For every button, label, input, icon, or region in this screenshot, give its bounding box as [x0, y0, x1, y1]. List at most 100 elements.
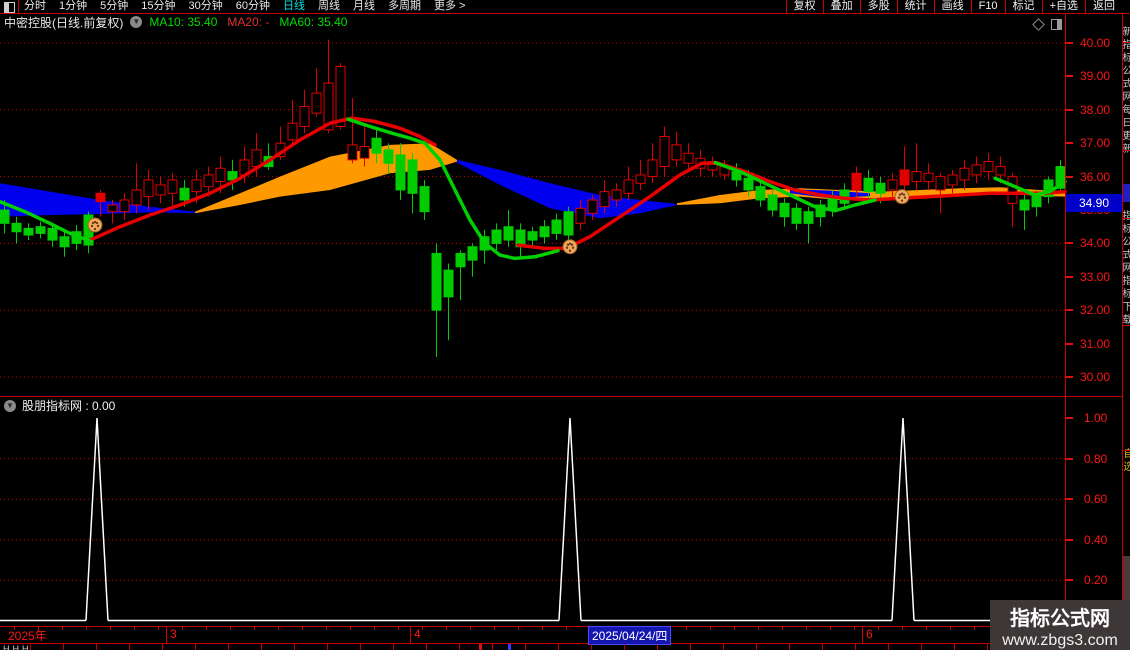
date-tick: [782, 626, 783, 630]
panel-separator[interactable]: [0, 396, 1122, 397]
tab-1[interactable]: 1分钟: [59, 0, 87, 13]
bottom-row-separator: [525, 644, 526, 650]
tab-4[interactable]: 30分钟: [189, 0, 223, 13]
date-tick: [902, 626, 903, 630]
chevron-down-icon[interactable]: ▼: [130, 16, 143, 28]
topbar-separator: [18, 0, 19, 13]
tab-0[interactable]: 分时: [24, 0, 46, 13]
sub-axis-label: 0.20: [1084, 573, 1108, 588]
bottom-row-separator: [888, 644, 889, 650]
indicator-label: 股朋指标网 : 0.00: [22, 399, 116, 413]
date-tick: [86, 626, 87, 630]
date-label-2: 4: [414, 627, 421, 641]
toolbar-button-1[interactable]: 叠加: [822, 0, 860, 13]
main-axis-label: 37.00: [1080, 136, 1111, 151]
date-separator: [166, 626, 167, 643]
toolbar-button-3[interactable]: 统计: [896, 0, 934, 13]
toolbar-button-2[interactable]: 多股: [859, 0, 897, 13]
date-tick: [686, 626, 687, 630]
date-tick: [350, 626, 351, 630]
bottom-row-separator: [162, 644, 163, 650]
main-axis-tick: [1066, 142, 1073, 145]
panel-corner-icons: [1032, 18, 1062, 31]
date-tick: [926, 626, 927, 630]
bottom-partial-row: HHH: [0, 644, 1122, 650]
sub-axis-label: 0.80: [1084, 451, 1108, 466]
tab-6[interactable]: 日线: [283, 0, 305, 13]
bottom-row-separator: [195, 644, 196, 650]
date-tick: [182, 626, 183, 630]
bottom-row-separator: [591, 644, 592, 650]
sub-axis-tick: [1066, 457, 1073, 460]
bottom-row-separator: [492, 644, 493, 650]
bottom-row-separator: [690, 644, 691, 650]
toolbar-button-4[interactable]: 画线: [933, 0, 971, 13]
symbol-title: 中密控股(日线.前复权): [4, 15, 124, 30]
bottom-row-separator: [855, 644, 856, 650]
bottom-row-separator: [261, 644, 262, 650]
main-axis-tick: [1066, 309, 1073, 312]
toolbar-button-7[interactable]: +自选: [1041, 0, 1085, 13]
chart-canvas[interactable]: [0, 0, 1130, 650]
date-separator: [862, 626, 863, 643]
main-axis-label: 33.00: [1080, 269, 1111, 284]
site-watermark: 指标公式网 www.zbgs3.com: [990, 600, 1130, 650]
tab-3[interactable]: 15分钟: [141, 0, 175, 13]
date-tick: [518, 626, 519, 630]
date-tick: [206, 626, 207, 630]
tab-10[interactable]: 更多 >: [434, 0, 465, 13]
date-tick: [734, 626, 735, 630]
bottom-row-separator: [426, 644, 427, 650]
main-axis-label: 40.00: [1080, 36, 1111, 50]
bottom-row-separator: [723, 644, 724, 650]
date-tick: [110, 626, 111, 630]
tab-2[interactable]: 5分钟: [100, 0, 128, 13]
ma-value-2: MA60: 35.40: [279, 15, 348, 29]
date-tick: [974, 626, 975, 630]
tab-5[interactable]: 60分钟: [236, 0, 270, 13]
sub-axis-tick: [1066, 579, 1073, 582]
date-label-4: 6: [866, 627, 873, 641]
red-mark: [479, 644, 482, 650]
main-axis-tick: [1066, 376, 1073, 378]
diamond-icon[interactable]: [1032, 18, 1045, 31]
date-tick: [422, 626, 423, 630]
toolbar-button-0[interactable]: 复权: [785, 0, 823, 13]
clipped-yellow-text: 自选: [1123, 448, 1130, 474]
tab-7[interactable]: 周线: [318, 0, 340, 13]
date-tick: [566, 626, 567, 630]
sub-axis-label: 1.00: [1084, 411, 1108, 425]
date-label-0: 2025年: [8, 629, 47, 643]
date-tick: [950, 626, 951, 630]
split-panel-icon[interactable]: [1051, 19, 1062, 30]
bottom-row-separator: [129, 644, 130, 650]
ma-values: MA10: 35.40 MA20: - MA60: 35.40: [149, 15, 347, 29]
tab-9[interactable]: 多周期: [388, 0, 421, 13]
bottom-row-separator: [63, 644, 64, 650]
toolbar-button-5[interactable]: F10: [970, 0, 1005, 13]
tab-8[interactable]: 月线: [353, 0, 375, 13]
date-label-1: 3: [170, 627, 177, 641]
bottom-row-separator: [30, 644, 31, 650]
sub-panel-header: ▼ 股朋指标网 : 0.00: [4, 398, 115, 413]
main-axis-label: 36.00: [1080, 169, 1111, 184]
chevron-down-icon[interactable]: ▼: [4, 399, 16, 412]
current-price-tag: 34.90: [1066, 194, 1122, 212]
main-axis-tick: [1066, 42, 1073, 44]
date-tick: [470, 626, 471, 630]
main-axis-label: 31.00: [1080, 336, 1111, 351]
date-tick: [230, 626, 231, 630]
date-tick: [830, 626, 831, 630]
date-tick: [62, 626, 63, 630]
top-tab-bar: 分时 1分钟 5分钟 15分钟 30分钟 60分钟 日线 周线 月线 多周期 更多 > 复权 叠加 多股…: [0, 0, 1130, 14]
main-axis-label: 38.00: [1080, 102, 1111, 117]
date-tick: [878, 626, 879, 630]
toolbar-button-8[interactable]: 返回: [1085, 0, 1122, 13]
toolbar-button-6[interactable]: 标记: [1004, 0, 1042, 13]
sub-axis-tick: [1066, 538, 1073, 541]
bottom-row-separator: [228, 644, 229, 650]
ma-value-1: MA20: -: [227, 15, 270, 29]
window-layout-icon[interactable]: [4, 2, 15, 13]
axis-left-border: [1065, 13, 1066, 643]
bottom-row-separator: [921, 644, 922, 650]
